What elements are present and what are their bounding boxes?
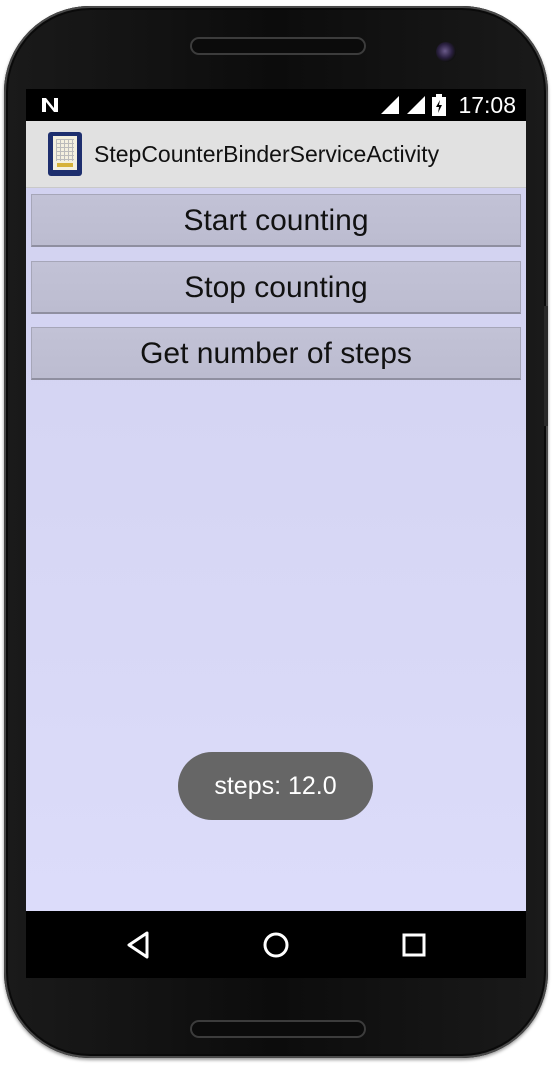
clock: 17:08 <box>458 91 516 118</box>
device-frame: 17:08 StepCounterBinderServiceActivity S… <box>0 0 552 1065</box>
start-counting-button[interactable]: Start counting <box>31 194 521 247</box>
home-icon[interactable] <box>256 925 296 965</box>
app-launcher-icon <box>48 132 82 176</box>
device-screen: 17:08 StepCounterBinderServiceActivity S… <box>26 89 526 911</box>
status-bar: 17:08 <box>26 89 526 121</box>
signal-icon <box>407 96 426 114</box>
signal-icon <box>381 96 400 114</box>
stop-counting-button[interactable]: Stop counting <box>31 261 521 314</box>
steps-toast: steps: 12.0 <box>178 752 373 820</box>
recents-icon[interactable] <box>394 925 434 965</box>
earpiece-speaker <box>190 37 366 55</box>
navigation-bar <box>26 911 526 978</box>
n-notification-icon <box>42 98 58 112</box>
get-number-of-steps-button[interactable]: Get number of steps <box>31 327 521 380</box>
volume-rocker[interactable] <box>544 306 548 426</box>
main-content: Start counting Stop counting Get number … <box>26 188 526 911</box>
bottom-speaker <box>190 1020 366 1038</box>
battery-charging-icon <box>432 94 447 116</box>
back-icon[interactable] <box>118 925 158 965</box>
front-camera-icon <box>436 42 456 62</box>
status-icons: 17:08 <box>380 91 516 119</box>
activity-title: StepCounterBinderServiceActivity <box>94 141 440 167</box>
action-bar: StepCounterBinderServiceActivity <box>26 121 526 188</box>
